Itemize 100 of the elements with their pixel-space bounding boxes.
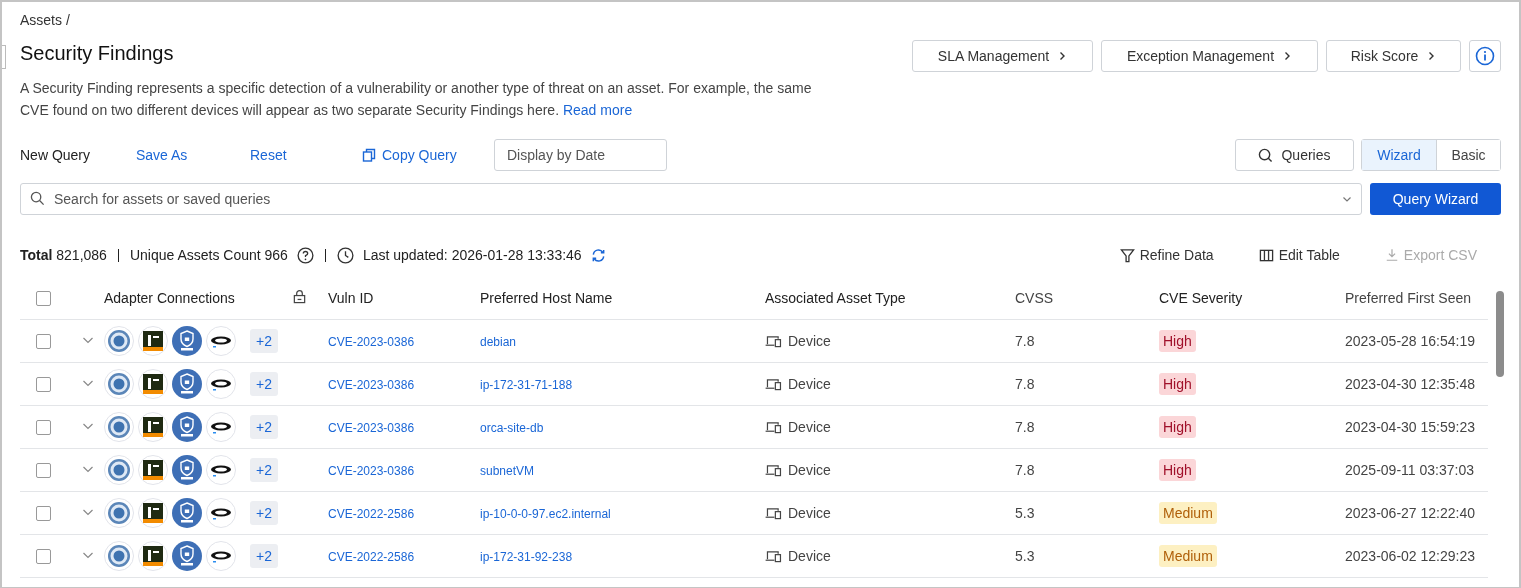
device-icon	[765, 420, 782, 434]
seal-logo-icon	[104, 541, 134, 571]
badge-logo-icon	[138, 412, 168, 442]
more-adapters-badge[interactable]: +2	[250, 415, 278, 439]
vuln-id-link[interactable]: CVE-2023-0386	[328, 378, 415, 392]
column-header[interactable]: CVSS	[1015, 290, 1159, 306]
nav-button[interactable]: SLA Management	[912, 40, 1093, 72]
host-name-link[interactable]: debian	[480, 335, 517, 349]
table-cell: 2023-06-02 12:29:23	[1345, 548, 1475, 564]
dropdown-caret-icon	[1342, 194, 1352, 204]
vuln-id-link[interactable]: CVE-2023-0386	[328, 421, 415, 435]
device-icon	[765, 463, 782, 477]
table-cell-text: 7.8	[1015, 419, 1036, 435]
search-icon	[30, 191, 45, 206]
info-button[interactable]	[1469, 40, 1501, 72]
column-header[interactable]: CVE Severity	[1159, 290, 1345, 306]
whale-logo-icon	[206, 498, 236, 528]
host-name-link[interactable]: ip-10-0-0-97.ec2.internal	[480, 507, 611, 521]
table-action[interactable]: Refine Data	[1119, 247, 1214, 263]
mode-tab[interactable]: Wizard	[1362, 140, 1436, 170]
vuln-id-link[interactable]: CVE-2023-0386	[328, 335, 415, 349]
seal-logo-icon	[104, 455, 134, 485]
table-cell-text: 7.8	[1015, 462, 1036, 478]
reset-link[interactable]: Reset	[250, 147, 364, 163]
more-adapters-badge[interactable]: +2	[250, 458, 278, 482]
breadcrumb[interactable]: Assets /	[20, 12, 1501, 30]
vuln-id-link[interactable]: CVE-2022-2586	[328, 550, 415, 564]
nav-button[interactable]: Risk Score	[1326, 40, 1461, 72]
row-checkbox[interactable]	[36, 419, 51, 435]
row-checkbox[interactable]	[36, 462, 51, 478]
column-header[interactable]: Vuln ID	[328, 290, 480, 306]
table-cell-text: 7.8	[1015, 376, 1036, 392]
read-more-link[interactable]: Read more	[562, 102, 633, 118]
page-description: A Security Finding represents a specific detection of a vulnerability or another type of threat on an asset. For example, the same CVE found on two different devices will appear as two separate Security Findings here. Read more	[20, 79, 813, 120]
row-checkbox[interactable]	[36, 333, 51, 349]
table-cell-text: 5.3	[1015, 505, 1036, 521]
row-checkbox[interactable]	[36, 548, 51, 564]
whale-logo-icon	[206, 455, 236, 485]
page-title: Security Findings	[20, 42, 175, 65]
refresh-icon[interactable]	[590, 247, 606, 263]
whale-logo-icon	[206, 412, 236, 442]
severity-tag: High	[1159, 373, 1196, 395]
table-cell: Device	[788, 548, 831, 564]
new-query-label: New Query	[20, 147, 92, 163]
mode-tab[interactable]: Basic	[1436, 140, 1500, 170]
table-cell: Device	[788, 333, 831, 349]
row-checkbox[interactable]	[36, 505, 51, 521]
help-icon[interactable]	[296, 246, 314, 264]
unique-assets-count: Unique Assets Count 966	[129, 247, 288, 263]
search-field[interactable]: Search for assets or saved queries	[20, 183, 1362, 215]
column-header[interactable]: Preferred First Seen	[1345, 290, 1475, 306]
table-cell: Device	[788, 376, 831, 392]
seal-logo-icon	[104, 326, 134, 356]
device-icon	[765, 549, 782, 563]
save-as-link[interactable]: Save As	[136, 147, 250, 163]
total-count: Total 821,086	[20, 247, 107, 263]
column-header[interactable]: Preferred Host Name	[480, 290, 765, 306]
date-field[interactable]: Display by Date	[494, 139, 667, 171]
table-cell: Device	[788, 462, 831, 478]
table-cell: 2023-04-30 15:59:23	[1345, 419, 1475, 435]
severity-tag: High	[1159, 416, 1196, 438]
severity-tag: High	[1159, 330, 1196, 352]
info-icon	[1475, 46, 1495, 66]
host-name-link[interactable]: ip-172-31-71-188	[480, 378, 573, 392]
vuln-id-link[interactable]: CVE-2023-0386	[328, 464, 415, 478]
severity-tag: Medium	[1159, 545, 1217, 567]
shield-logo-icon	[172, 326, 202, 356]
vuln-id-link[interactable]: CVE-2022-2586	[328, 507, 415, 521]
select-all-checkbox[interactable]	[36, 290, 51, 306]
seal-logo-icon	[104, 369, 134, 399]
table-action[interactable]: Edit Table	[1258, 247, 1340, 263]
queries-button[interactable]: Queries	[1235, 139, 1354, 171]
copy-query-link[interactable]: Copy Query	[362, 147, 494, 163]
more-adapters-badge[interactable]: +2	[250, 329, 278, 353]
shield-logo-icon	[172, 412, 202, 442]
column-header[interactable]: Adapter Connections	[104, 290, 292, 306]
whale-logo-icon	[206, 541, 236, 571]
whale-logo-icon	[206, 326, 236, 356]
more-adapters-badge[interactable]: +2	[250, 544, 278, 568]
severity-tag: Medium	[1159, 502, 1217, 524]
badge-logo-icon	[138, 455, 168, 485]
badge-logo-icon	[138, 326, 168, 356]
host-name-link[interactable]: orca-site-db	[480, 421, 544, 435]
row-checkbox[interactable]	[36, 376, 51, 392]
columns-icon	[1258, 247, 1274, 263]
host-name-link[interactable]: subnetVM	[480, 464, 535, 478]
table-cell: Device	[788, 505, 831, 521]
column-header[interactable]: Associated Asset Type	[765, 290, 1015, 306]
more-adapters-badge[interactable]: +2	[250, 501, 278, 525]
table-cell-text: 7.8	[1015, 333, 1036, 349]
table-cell-text: 5.3	[1015, 548, 1036, 564]
device-icon	[765, 377, 782, 391]
badge-logo-icon	[138, 369, 168, 399]
query-wizard-button[interactable]: Query Wizard	[1370, 183, 1501, 215]
host-name-link[interactable]: ip-172-31-92-238	[480, 550, 573, 564]
badge-logo-icon	[138, 541, 168, 571]
nav-button[interactable]: Exception Management	[1101, 40, 1318, 72]
more-adapters-badge[interactable]: +2	[250, 372, 278, 396]
search-icon	[1258, 147, 1274, 163]
shield-logo-icon	[172, 369, 202, 399]
